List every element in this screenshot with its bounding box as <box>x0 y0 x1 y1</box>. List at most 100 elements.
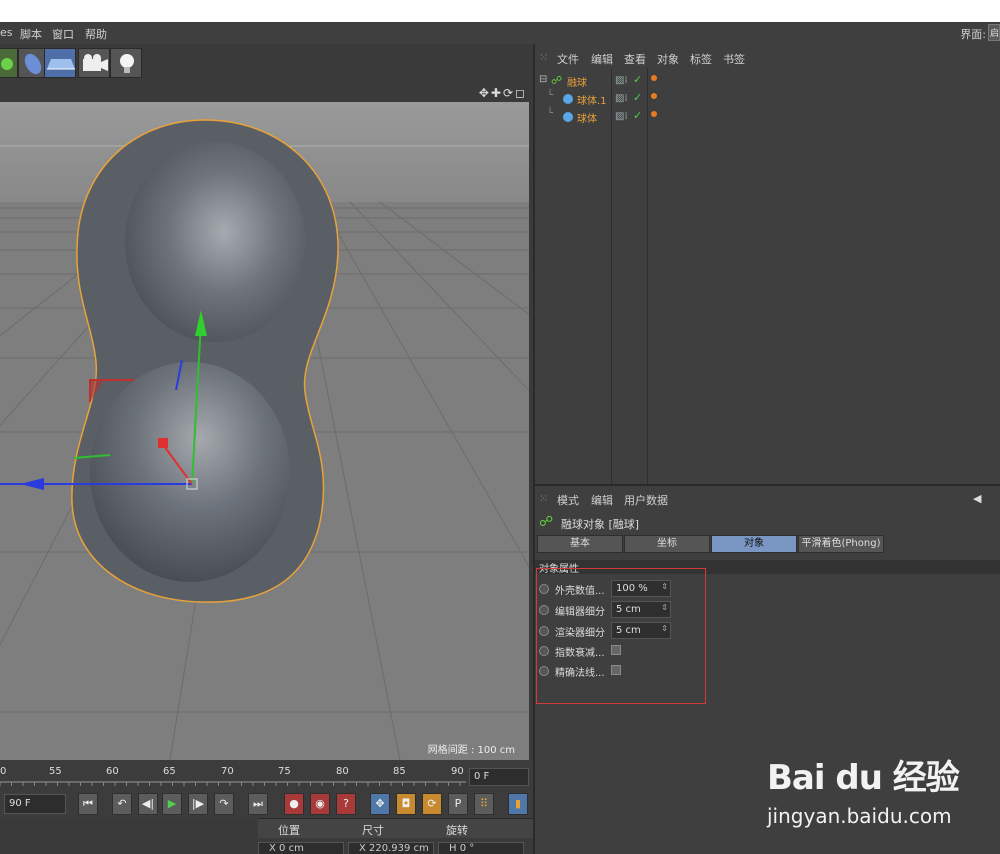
grid-spacing-label: 网格间距 : 100 cm <box>427 745 515 756</box>
go-to-start-button[interactable]: ⏮ <box>78 793 98 815</box>
back-arrow-icon[interactable]: ◀ <box>973 492 981 505</box>
object-name: 融球 <box>567 78 587 89</box>
record-rotation-icon[interactable]: ⟳ <box>422 793 442 815</box>
current-frame-field[interactable]: 0 F <box>469 768 529 786</box>
size-x-field[interactable]: X 220.939 cm <box>348 842 434 854</box>
position-header: 位置 <box>278 824 300 837</box>
om-menu-bookmarks[interactable]: 书签 <box>723 51 745 67</box>
tab-coord[interactable]: 坐标 <box>624 535 710 553</box>
coordinate-header: 位置 尺寸 旋转 <box>258 818 533 838</box>
tab-object[interactable]: 对象 <box>711 535 797 553</box>
phong-tag-icon[interactable] <box>651 93 657 99</box>
sphere-icon <box>563 112 573 122</box>
column-divider <box>647 68 648 484</box>
camera-icon[interactable] <box>78 48 110 78</box>
light-icon[interactable] <box>110 48 142 78</box>
tick-label: 55 <box>49 766 62 777</box>
viewport-header: ✥✚⟳◻ <box>0 84 533 102</box>
menu-item-help[interactable]: 帮助 <box>85 26 107 42</box>
generator-icon[interactable] <box>0 48 18 78</box>
next-key-button[interactable]: ↷ <box>214 793 234 815</box>
om-menu-file[interactable]: 文件 <box>557 51 579 67</box>
layout-label: 界面: <box>960 28 986 41</box>
record-pla-icon[interactable]: ⠿ <box>474 793 494 815</box>
collapse-icon[interactable]: ⊟ <box>539 74 547 85</box>
transport-bar: 90 F ⏮ ↶ ◀| ▶ |▶ ↷ ⏭ ● ◉ ? ✥ ◘ ⟳ P ⠿ ▮ <box>0 790 533 818</box>
metaball-object[interactable] <box>71 119 339 603</box>
autokey-icon[interactable]: ◉ <box>310 793 330 815</box>
go-to-end-button[interactable]: ⏭ <box>248 793 268 815</box>
drag-handle-icon[interactable]: ⁙ <box>539 492 548 505</box>
menu-item-script[interactable]: 脚本 <box>20 26 42 42</box>
keyframe-selection-icon[interactable]: ? <box>336 793 356 815</box>
metaball-icon: ☍ <box>551 74 563 87</box>
tick-label: 75 <box>278 766 291 777</box>
watermark-url: jingyan.baidu.com <box>767 804 952 828</box>
am-menu-mode[interactable]: 模式 <box>557 492 579 508</box>
rotation-h-field[interactable]: H 0 ° <box>438 842 524 854</box>
object-manager-menu: ⁙ 文件 编辑 查看 对象 标签 书签 <box>535 48 1000 68</box>
layout-select[interactable]: 启 <box>988 24 1000 41</box>
annotation-highlight-box <box>536 568 706 704</box>
rotation-header: 旋转 <box>446 824 468 837</box>
tick-label: 80 <box>336 766 349 777</box>
menu-bar: es 脚本 窗口 帮助 界面: 启 <box>0 22 1000 44</box>
scene-floor-icon[interactable] <box>44 48 76 78</box>
phong-tag-icon[interactable] <box>651 111 657 117</box>
toolbar <box>0 44 533 84</box>
coordinate-manager: 位置 尺寸 旋转 X 0 cm X 220.939 cm H 0 ° <box>0 818 533 854</box>
end-frame-field[interactable]: 90 F <box>4 794 66 814</box>
previous-key-button[interactable]: ↶ <box>112 793 132 815</box>
tick-label: 60 <box>106 766 119 777</box>
object-manager: ⁙ 文件 编辑 查看 对象 标签 书签 ⊟ ☍ 融球 ▨⁞ ✓ └ 球体.1 ▨… <box>533 44 1000 484</box>
next-frame-button[interactable]: |▶ <box>188 793 208 815</box>
om-menu-view[interactable]: 查看 <box>624 51 646 67</box>
visibility-flags-icon[interactable]: ▨⁞ <box>615 93 628 104</box>
object-row-sphere[interactable]: └ 球体 ▨⁞ ✓ <box>535 108 1000 126</box>
viewport-nav-icons[interactable]: ✥✚⟳◻ <box>479 86 527 100</box>
tick-label: 85 <box>393 766 406 777</box>
tree-line: └ <box>547 108 554 119</box>
drag-handle-icon[interactable]: ⁙ <box>539 51 548 64</box>
menu-item-window[interactable]: 窗口 <box>52 26 74 42</box>
timeline[interactable]: 0 55 60 65 70 75 80 85 90 0 F <box>0 760 533 790</box>
object-name: 球体.1 <box>577 96 607 107</box>
object-name: 球体 <box>577 114 597 125</box>
enabled-check-icon[interactable]: ✓ <box>633 109 642 122</box>
enabled-check-icon[interactable]: ✓ <box>633 91 642 104</box>
tick-label: 65 <box>163 766 176 777</box>
metaball-icon: ☍ <box>539 514 554 530</box>
am-menu-user-data[interactable]: 用户数据 <box>624 492 668 508</box>
column-divider <box>611 68 612 484</box>
size-header: 尺寸 <box>362 824 384 837</box>
am-menu-edit[interactable]: 编辑 <box>591 492 613 508</box>
record-active-icon[interactable]: ● <box>284 793 304 815</box>
timeline-window-icon[interactable]: ▮ <box>508 793 528 815</box>
om-menu-tags[interactable]: 标签 <box>690 51 712 67</box>
record-scale-icon[interactable]: ◘ <box>396 793 416 815</box>
enabled-check-icon[interactable]: ✓ <box>633 73 642 86</box>
3d-viewport[interactable]: 网格间距 : 100 cm <box>0 102 529 760</box>
play-button[interactable]: ▶ <box>162 793 182 815</box>
sphere-icon <box>563 94 573 104</box>
baidu-watermark: Bai du 经验 jingyan.baidu.com <box>755 742 995 842</box>
viewport-scene <box>0 102 529 760</box>
tab-phong[interactable]: 平滑着色(Phong) <box>798 535 884 553</box>
menu-item-modes[interactable]: es <box>0 26 13 39</box>
tick-label: 90 <box>451 766 464 777</box>
object-row-sphere-1[interactable]: └ 球体.1 ▨⁞ ✓ <box>535 90 1000 108</box>
visibility-flags-icon[interactable]: ▨⁞ <box>615 111 628 122</box>
record-position-icon[interactable]: ✥ <box>370 793 390 815</box>
watermark-logo: Bai du 经验 <box>767 758 960 798</box>
position-x-field[interactable]: X 0 cm <box>258 842 344 854</box>
record-parameter-icon[interactable]: P <box>448 793 468 815</box>
previous-frame-button[interactable]: ◀| <box>138 793 158 815</box>
om-menu-object[interactable]: 对象 <box>657 51 679 67</box>
tick-label: 70 <box>221 766 234 777</box>
phong-tag-icon[interactable] <box>651 75 657 81</box>
visibility-flags-icon[interactable]: ▨⁞ <box>615 75 628 86</box>
tab-basic[interactable]: 基本 <box>537 535 623 553</box>
tick-label: 0 <box>0 766 7 777</box>
om-menu-edit[interactable]: 编辑 <box>591 51 613 67</box>
object-row-metaball[interactable]: ⊟ ☍ 融球 ▨⁞ ✓ <box>535 72 1000 90</box>
